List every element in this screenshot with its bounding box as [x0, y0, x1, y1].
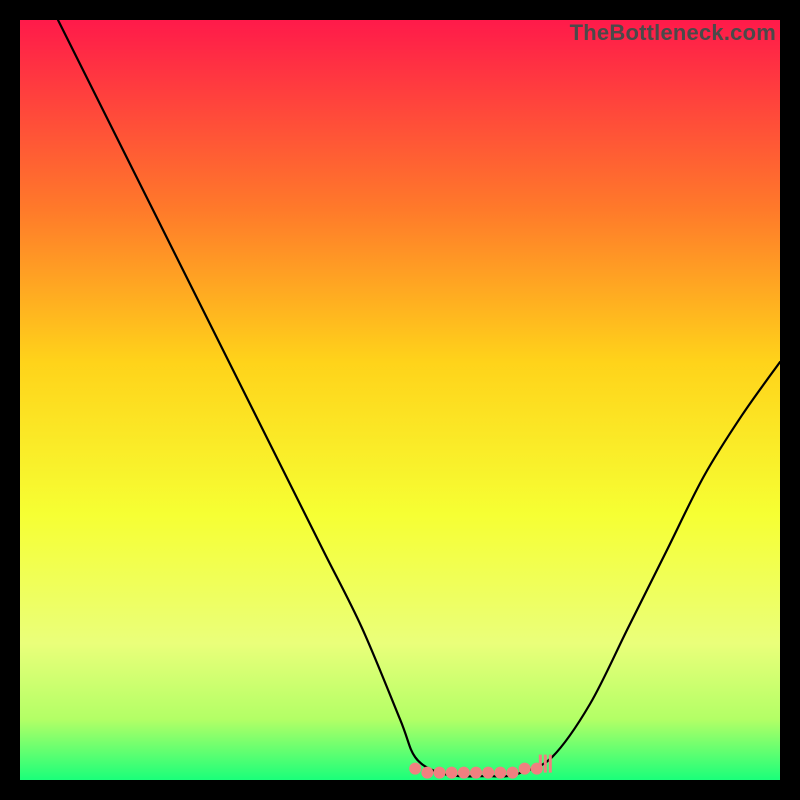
watermark-text: TheBottleneck.com — [570, 20, 776, 46]
chart-frame: TheBottleneck.com — [20, 20, 780, 780]
bottleneck-plot — [20, 20, 780, 780]
gradient-background — [20, 20, 780, 780]
